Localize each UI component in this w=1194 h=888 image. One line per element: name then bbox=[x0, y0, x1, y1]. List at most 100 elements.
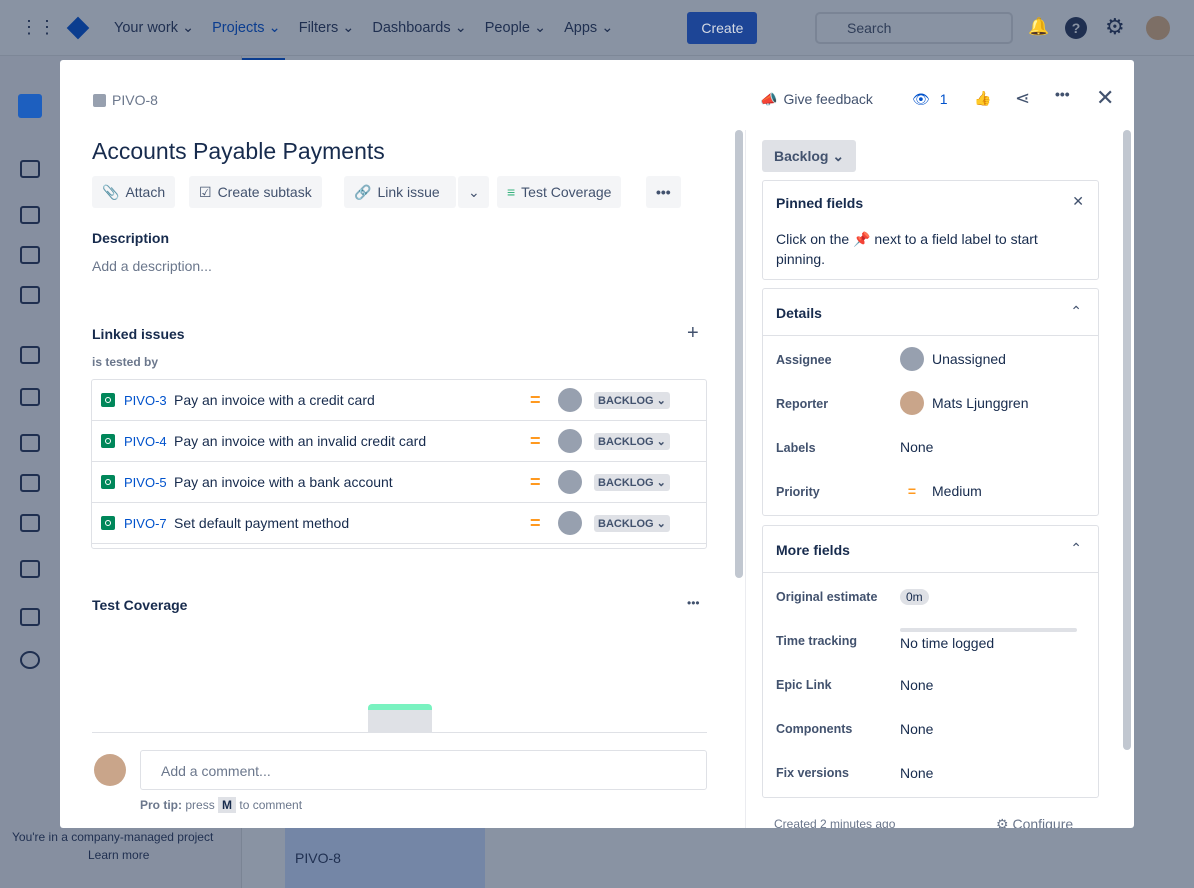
comment-input[interactable]: Add a comment... bbox=[140, 750, 707, 790]
linked-issue-summary[interactable]: Pay an invoice with a credit card bbox=[174, 392, 375, 408]
field-value[interactable]: None bbox=[900, 765, 933, 781]
search-input[interactable]: Search bbox=[815, 12, 1013, 44]
give-feedback-button[interactable]: 📣 Give feedback bbox=[760, 91, 873, 108]
roadmap-icon[interactable] bbox=[20, 206, 40, 224]
releases-icon[interactable] bbox=[20, 388, 40, 406]
reports-icon[interactable] bbox=[20, 286, 40, 304]
link-issue-button[interactable]: 🔗 Link issue bbox=[344, 176, 456, 208]
keyboard-key: M bbox=[218, 797, 237, 813]
nav-label: Your work bbox=[114, 19, 178, 36]
status-badge[interactable]: BACKLOG ⌄ bbox=[594, 473, 670, 491]
watcher-count: 1 bbox=[939, 91, 948, 107]
more-fields-title[interactable]: More fields bbox=[776, 542, 850, 558]
configure-button[interactable]: ⚙ Configure bbox=[996, 816, 1073, 828]
project-avatar bbox=[18, 94, 42, 118]
close-pinned-icon[interactable]: ✕ bbox=[1072, 193, 1084, 210]
learn-more-link[interactable]: Learn more bbox=[88, 848, 149, 862]
board-icon[interactable] bbox=[20, 160, 40, 178]
app-switcher-icon[interactable]: ⋮⋮ bbox=[20, 17, 56, 38]
eye-icon: 👁 bbox=[912, 91, 930, 107]
board-card[interactable]: PIVO-8 bbox=[285, 820, 485, 888]
field-value[interactable]: None bbox=[900, 721, 933, 737]
add-linked-issue-button[interactable]: + bbox=[687, 322, 699, 345]
linked-issue-row[interactable]: PIVO-7 Set default payment method = BACK… bbox=[92, 503, 706, 544]
nav-filters[interactable]: Filters ⌄ bbox=[299, 20, 355, 36]
field-value[interactable]: No time logged bbox=[900, 635, 994, 651]
status-badge[interactable]: BACKLOG ⌄ bbox=[594, 391, 670, 409]
details-title[interactable]: Details bbox=[776, 305, 822, 321]
pinned-fields-text: Click on the 📌 next to a field label to … bbox=[776, 229, 1066, 269]
left-scrollbar[interactable] bbox=[735, 130, 743, 578]
test-issue-icon bbox=[101, 434, 115, 448]
priority-medium-icon: = bbox=[907, 483, 917, 499]
nav-dashboards[interactable]: Dashboards ⌄ bbox=[372, 20, 466, 36]
linked-issue-summary[interactable]: Pay an invoice with a bank account bbox=[174, 474, 393, 490]
linked-issue-row[interactable]: PIVO-5 Pay an invoice with a bank accoun… bbox=[92, 462, 706, 503]
right-scrollbar[interactable] bbox=[1123, 130, 1131, 750]
add-shortcut-icon[interactable] bbox=[20, 608, 40, 626]
deployments-icon[interactable] bbox=[20, 474, 40, 492]
field-label: Labels bbox=[776, 441, 816, 455]
help-icon[interactable]: ? bbox=[1065, 17, 1087, 39]
project-settings-icon[interactable] bbox=[20, 651, 40, 669]
more-fields-panel: More fields ⌃ Original estimate 0m Time t… bbox=[762, 525, 1099, 798]
gear-icon: ⚙ bbox=[996, 816, 1009, 828]
attach-button[interactable]: 📎 Attach bbox=[92, 176, 176, 208]
status-badge[interactable]: BACKLOG ⌄ bbox=[594, 432, 670, 450]
status-badge[interactable]: BACKLOG ⌄ bbox=[594, 514, 670, 532]
issue-key-breadcrumb[interactable]: PIVO-8 bbox=[112, 92, 158, 108]
field-value[interactable]: None bbox=[900, 435, 933, 459]
nav-your-work[interactable]: Your work ⌄ bbox=[114, 20, 194, 36]
pinned-fields-title: Pinned fields bbox=[776, 195, 864, 211]
create-subtask-button[interactable]: ☑ Create subtask bbox=[189, 176, 322, 208]
linked-issue-key[interactable]: PIVO-5 bbox=[124, 475, 174, 490]
field-value-text: None bbox=[900, 439, 934, 455]
more-apps-button[interactable]: ••• bbox=[646, 176, 681, 208]
automation-icon[interactable] bbox=[20, 560, 40, 578]
pages-icon[interactable] bbox=[20, 514, 40, 532]
issues-icon[interactable] bbox=[20, 346, 40, 364]
link-icon: 🔗 bbox=[354, 183, 372, 200]
more-actions-icon[interactable]: ••• bbox=[1055, 86, 1070, 102]
share-icon[interactable]: ⋖ bbox=[1015, 88, 1030, 109]
backlog-icon[interactable] bbox=[20, 246, 40, 264]
linked-issue-key[interactable]: PIVO-4 bbox=[124, 434, 174, 449]
jira-logo[interactable] bbox=[66, 16, 90, 39]
collapse-details-icon[interactable]: ⌃ bbox=[1070, 303, 1082, 320]
linked-issue-summary[interactable]: Set default payment method bbox=[174, 515, 349, 531]
field-value[interactable]: Unassigned bbox=[900, 347, 1006, 371]
unassigned-avatar bbox=[558, 429, 582, 453]
settings-icon[interactable]: ⚙ bbox=[1105, 14, 1125, 40]
close-icon[interactable]: ✕ bbox=[1096, 85, 1114, 111]
status-dropdown[interactable]: Backlog ⌄ bbox=[762, 140, 857, 172]
field-label: Reporter bbox=[776, 397, 829, 411]
field-value[interactable]: Mats Ljunggren bbox=[900, 391, 1029, 415]
test-coverage-more-icon[interactable]: ••• bbox=[687, 596, 700, 610]
field-value[interactable]: 0m bbox=[900, 589, 929, 605]
watch-button[interactable]: 👁 1 bbox=[912, 91, 948, 108]
like-icon[interactable]: 👍 bbox=[974, 90, 991, 107]
link-issue-dropdown[interactable]: ⌄ bbox=[458, 176, 489, 208]
pin-icon: 📌 bbox=[853, 231, 871, 247]
linked-issue-key[interactable]: PIVO-3 bbox=[124, 393, 174, 408]
nav-people[interactable]: People ⌄ bbox=[485, 20, 546, 36]
field-value[interactable]: = Medium bbox=[900, 479, 982, 503]
field-value[interactable]: None bbox=[900, 677, 933, 693]
linked-issue-row[interactable]: PIVO-4 Pay an invoice with an invalid cr… bbox=[92, 421, 706, 462]
linked-issue-row[interactable]: PIVO-3 Pay an invoice with a credit card… bbox=[92, 380, 706, 421]
issue-title[interactable]: Accounts Payable Payments bbox=[92, 138, 385, 165]
nav-projects[interactable]: Projects ⌄ bbox=[208, 20, 285, 61]
field-value-text: None bbox=[900, 765, 934, 781]
collapse-more-fields-icon[interactable]: ⌃ bbox=[1070, 540, 1082, 557]
user-avatar[interactable] bbox=[1146, 16, 1170, 40]
nav-label: Filters bbox=[298, 19, 339, 36]
linked-issue-summary[interactable]: Pay an invoice with an invalid credit ca… bbox=[174, 433, 426, 449]
description-input[interactable]: Add a description... bbox=[92, 258, 212, 274]
field-label: Epic Link bbox=[776, 678, 832, 692]
create-button[interactable]: Create bbox=[687, 11, 758, 44]
nav-apps[interactable]: Apps ⌄ bbox=[564, 20, 613, 36]
linked-issue-key[interactable]: PIVO-7 bbox=[124, 516, 174, 531]
test-coverage-button[interactable]: ≡ Test Coverage bbox=[497, 176, 622, 208]
code-icon[interactable] bbox=[20, 434, 40, 452]
notifications-icon[interactable]: 🔔 bbox=[1028, 17, 1049, 37]
